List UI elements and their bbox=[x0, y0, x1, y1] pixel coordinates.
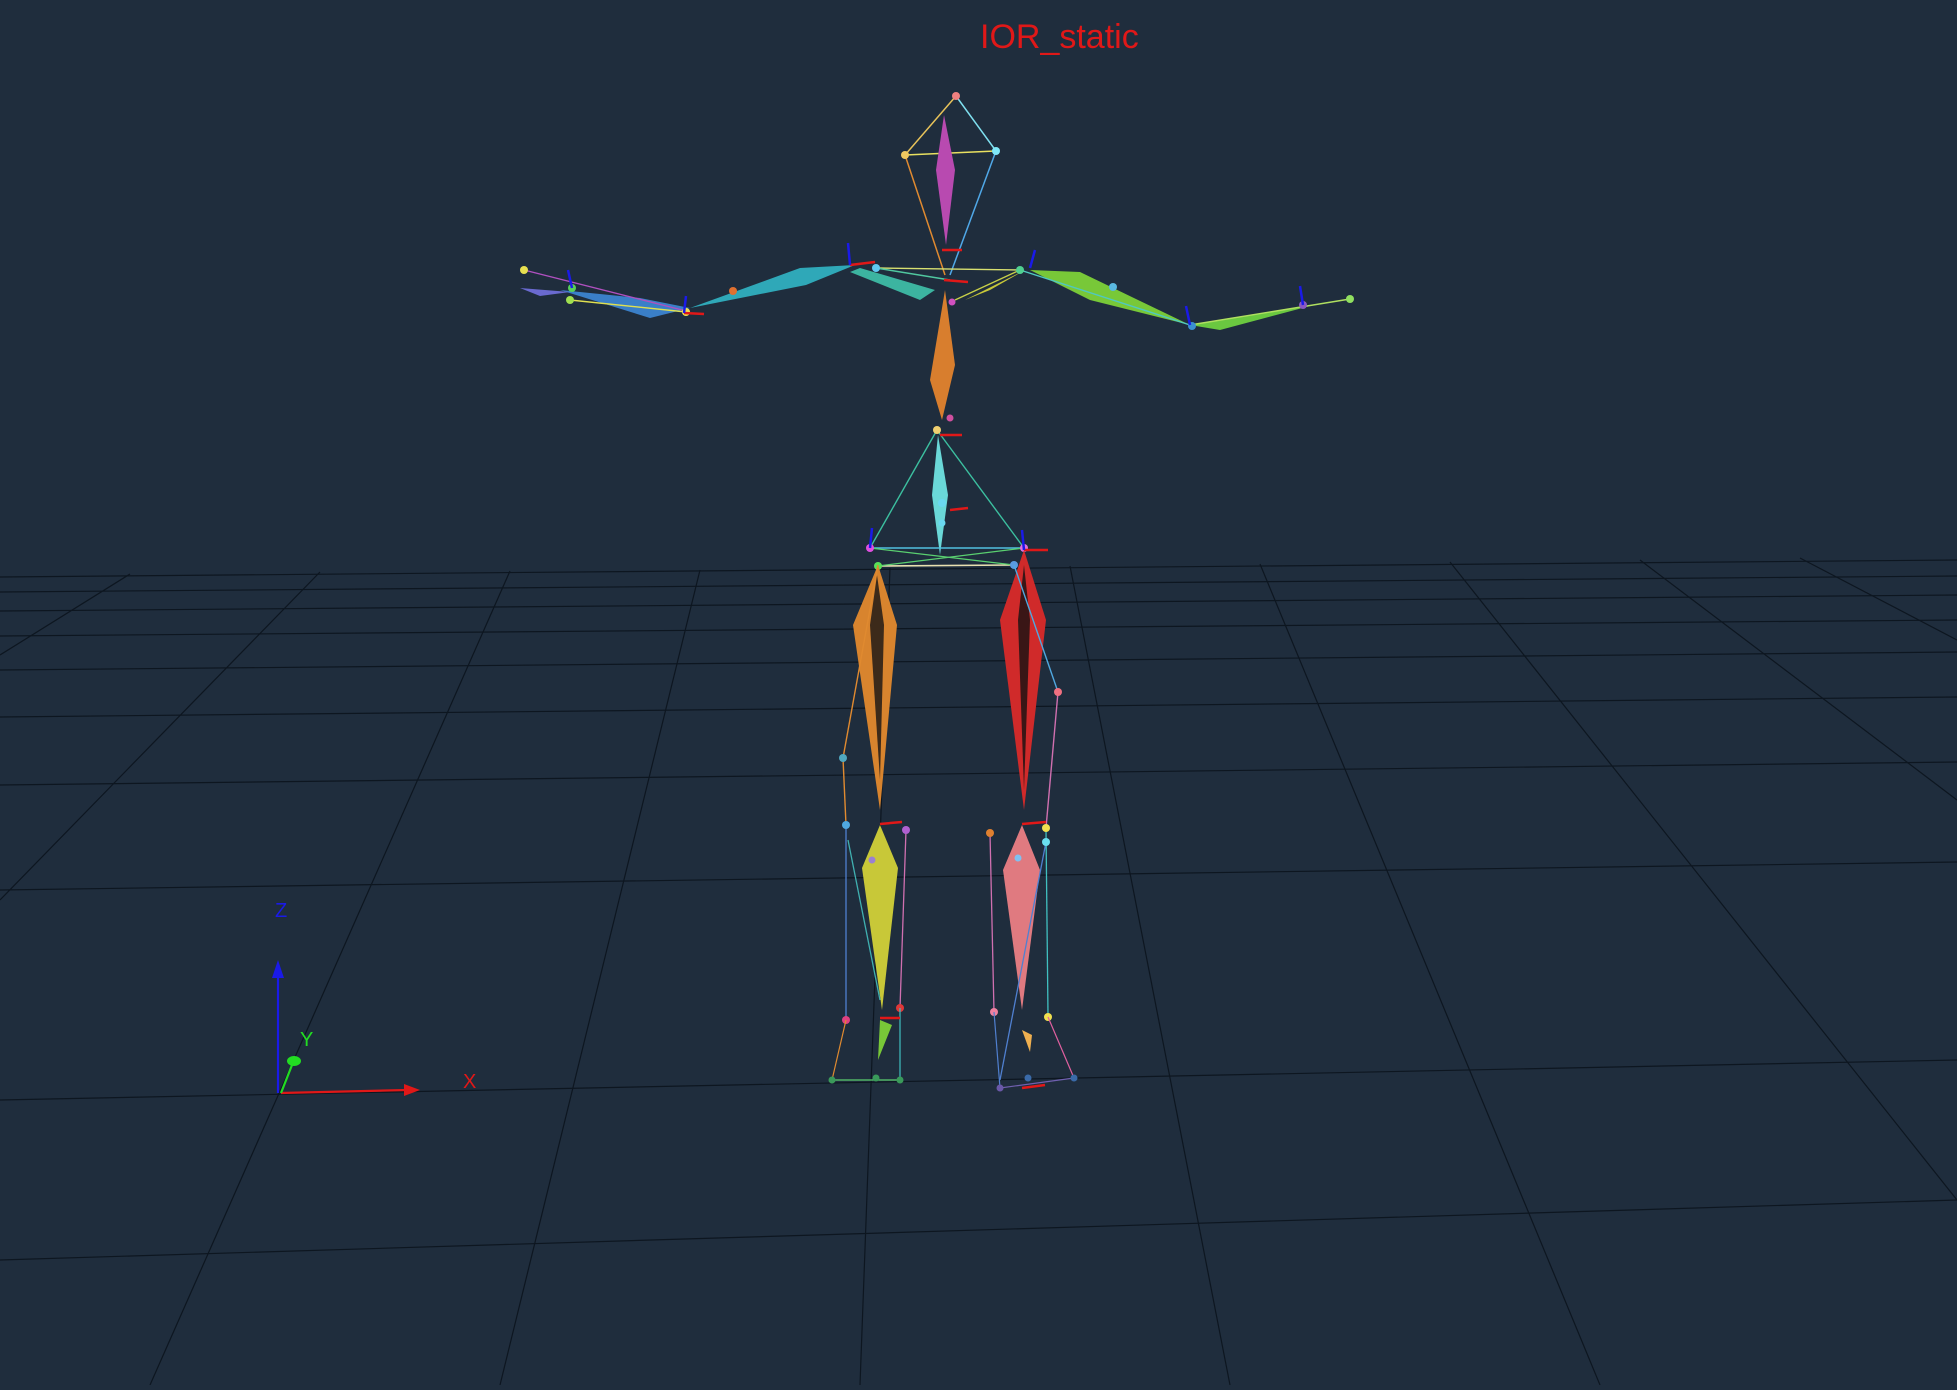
left-leg bbox=[828, 564, 910, 1084]
left-arm bbox=[520, 264, 880, 318]
pelvis bbox=[866, 544, 1028, 570]
floor-grid bbox=[0, 557, 1957, 1386]
spine bbox=[869, 290, 1025, 555]
page-title: IOR_static bbox=[980, 18, 1139, 56]
right-arm bbox=[1016, 266, 1354, 330]
3d-viewport[interactable]: X Y Z bbox=[0, 0, 1957, 1386]
z-axis-label: Z bbox=[275, 900, 287, 922]
scene-svg: X Y Z bbox=[0, 92, 1957, 1386]
skeleton[interactable] bbox=[520, 92, 1354, 1092]
axis-gizmo bbox=[272, 960, 420, 1096]
shoulders bbox=[850, 267, 1025, 301]
x-axis-label: X bbox=[463, 1071, 476, 1093]
right-leg bbox=[986, 550, 1078, 1092]
y-axis-label: Y bbox=[300, 1029, 313, 1051]
head-segment bbox=[901, 92, 1000, 276]
